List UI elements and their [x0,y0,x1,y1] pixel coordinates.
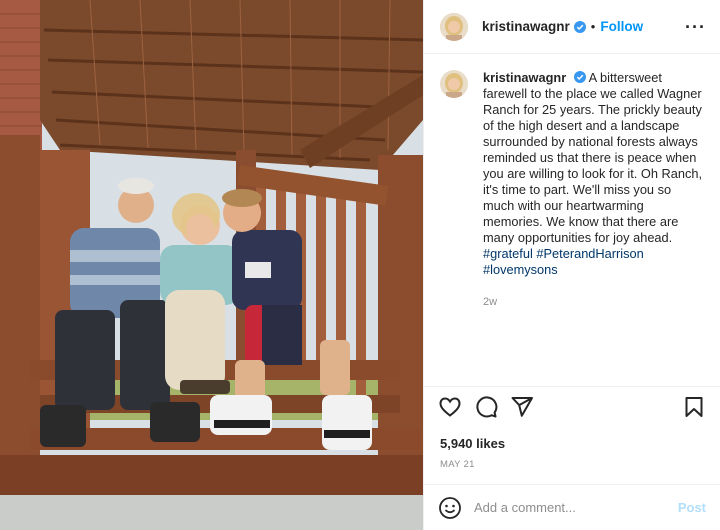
bookmark-icon[interactable] [682,395,706,419]
separator-dot: • [590,19,596,34]
comment-icon[interactable] [474,395,498,419]
send-icon[interactable] [510,395,534,419]
caption-username[interactable]: kristinawagnr [483,70,566,85]
hashtag-link[interactable]: #PeterandHarrison [536,246,643,261]
post-photo[interactable] [0,0,423,530]
more-horizontal-icon[interactable]: ··· [685,18,706,36]
avatar[interactable] [440,12,468,41]
post-header: kristinawagnr • Follow ··· [424,0,720,54]
hashtag-link[interactable]: #grateful [483,246,533,261]
verified-badge-icon [573,20,586,33]
post-time-ago[interactable]: 2w [483,294,704,310]
ranch-porch-photo [0,0,423,530]
verified-badge-icon [573,71,586,83]
action-bar [424,386,720,426]
username[interactable]: kristinawagnr [482,19,570,34]
comment-input[interactable] [474,500,678,515]
comment-bar: Post [424,484,720,530]
likes-count[interactable]: 5,940 likes [440,436,505,451]
emoji-icon[interactable] [438,496,462,520]
caption-area: kristinawagnr A bittersweet farewell to … [424,54,720,384]
post-comment-button[interactable]: Post [678,500,706,515]
follow-button[interactable]: Follow [600,19,643,34]
caption-avatar[interactable] [440,70,468,98]
hashtag-link[interactable]: #lovemysons [483,262,704,278]
caption: kristinawagnr A bittersweet farewell to … [483,70,704,384]
caption-text: A bittersweet farewell to the place we c… [483,70,703,245]
post-sidebar: kristinawagnr • Follow ··· kristinawagnr… [423,0,720,530]
hashtags: #grateful #PeterandHarrison #lovemysons [483,246,704,278]
post-date: MAY 21 [440,459,475,470]
heart-icon[interactable] [438,395,462,419]
